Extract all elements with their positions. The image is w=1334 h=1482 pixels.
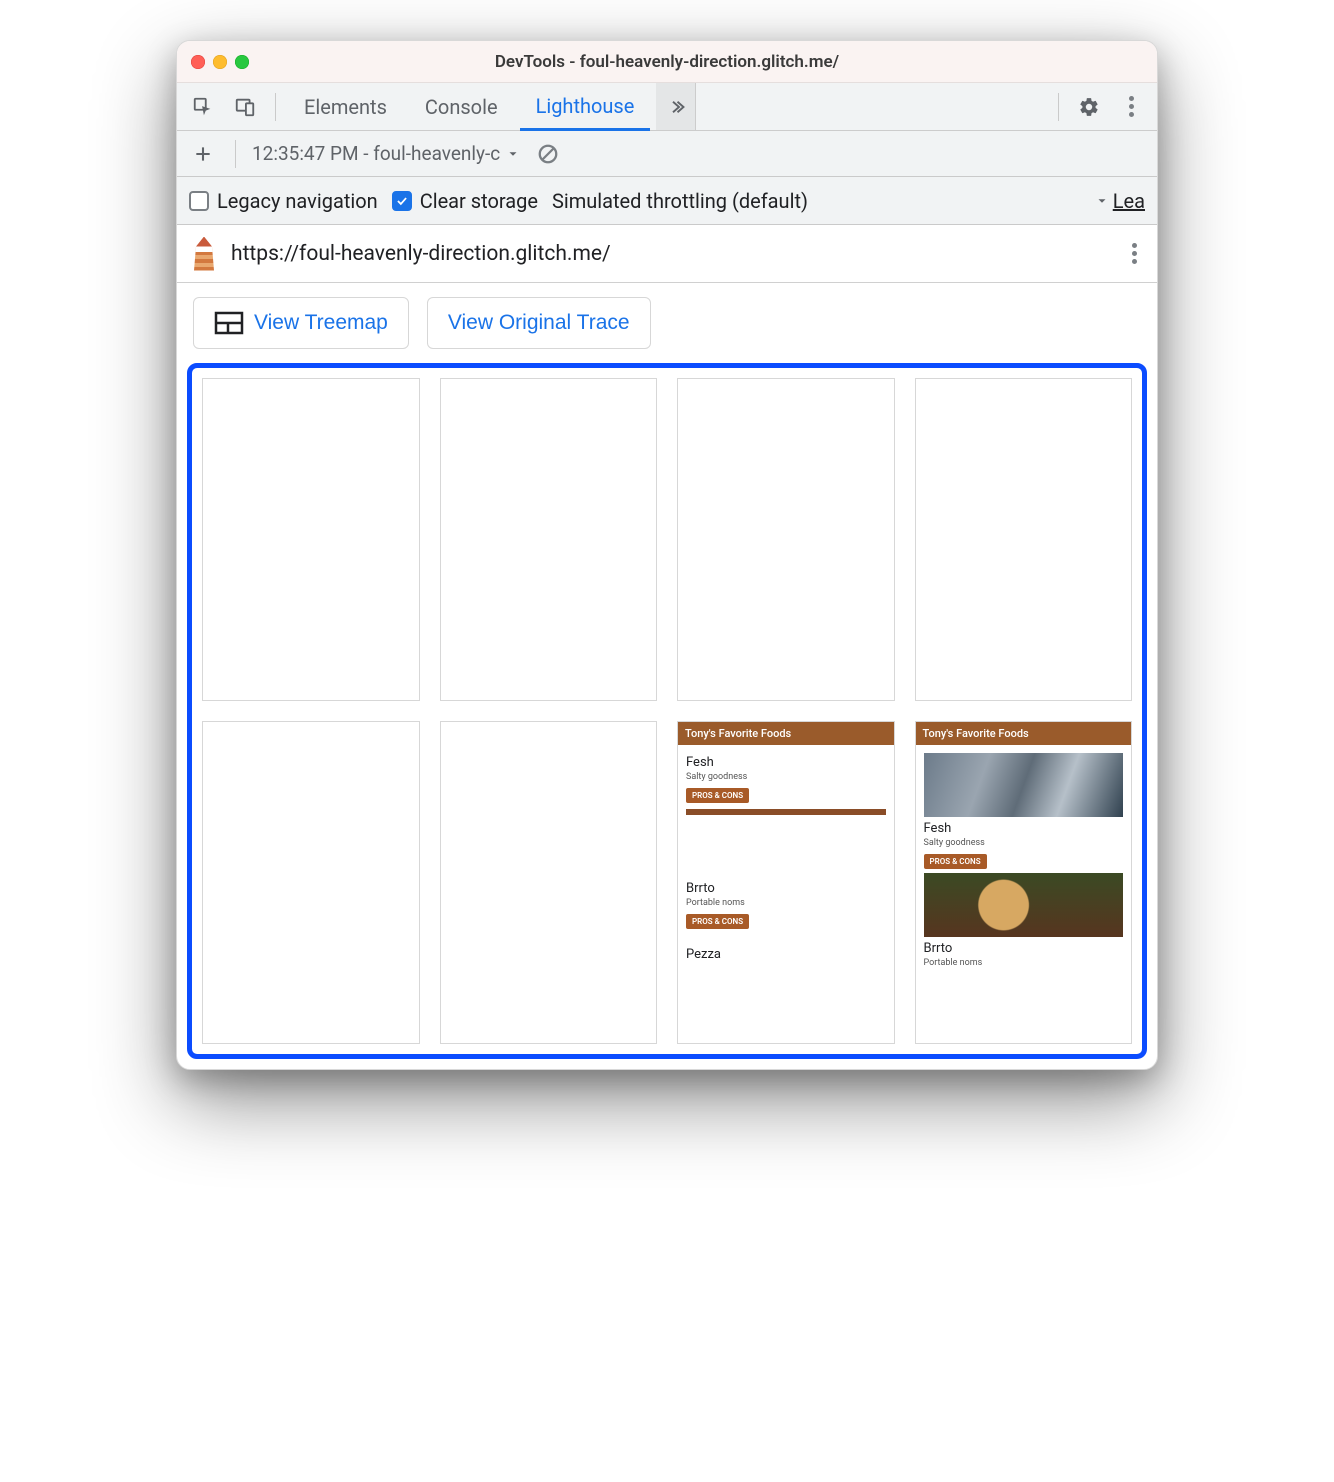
lighthouse-icon [191,237,217,271]
learn-more-label: Lea [1113,189,1145,213]
mini-item-sub: Salty goodness [686,772,886,782]
mini-pros-cons-button: PROS & CONS [924,854,987,869]
view-treemap-button[interactable]: View Treemap [193,297,409,349]
mini-image-fish [924,753,1124,817]
filmstrip-frame[interactable] [202,378,420,701]
tab-elements[interactable]: Elements [288,83,403,130]
main-toolbar: Elements Console Lighthouse [177,83,1157,131]
report-toolbar: 12:35:47 PM - foul-heavenly-c [177,131,1157,177]
clear-storage-label: Clear storage [420,189,538,213]
filmstrip-frame[interactable] [202,721,420,1044]
mini-item-sub: Portable noms [686,898,886,908]
filmstrip-frame[interactable] [440,721,658,1044]
throttling-option: Simulated throttling (default) [552,189,808,213]
traffic-lights [191,55,249,69]
checkbox-unchecked-icon[interactable] [189,191,209,211]
divider [1058,93,1059,121]
minimize-button[interactable] [213,55,227,69]
divider [275,93,276,121]
url-bar: https://foul-heavenly-direction.glitch.m… [177,225,1157,283]
clear-storage-option[interactable]: Clear storage [392,189,538,213]
report-url: https://foul-heavenly-direction.glitch.m… [231,242,611,266]
new-report-button[interactable] [187,138,219,170]
device-toolbar-icon[interactable] [227,89,263,125]
filmstrip: Tony's Favorite Foods Fesh Salty goodnes… [187,363,1147,1059]
legacy-navigation-label: Legacy navigation [217,189,378,213]
mini-item-title: Fesh [686,755,886,770]
report-menu-icon[interactable] [1126,237,1143,270]
chevron-down-icon [1095,194,1109,208]
report-dropdown-label: 12:35:47 PM - foul-heavenly-c [252,142,500,165]
filmstrip-frame[interactable]: Tony's Favorite Foods Fesh Salty goodnes… [915,721,1133,1044]
divider [235,140,236,168]
window-title: DevTools - foul-heavenly-direction.glitc… [177,52,1157,72]
close-button[interactable] [191,55,205,69]
mini-image-placeholder [686,809,886,815]
inspect-element-icon[interactable] [185,89,221,125]
view-trace-label: View Original Trace [448,311,630,335]
options-toolbar: Legacy navigation Clear storage Simulate… [177,177,1157,225]
maximize-button[interactable] [235,55,249,69]
clear-icon[interactable] [530,136,566,172]
mini-item-title: Brrto [686,881,886,896]
mini-pros-cons-button: PROS & CONS [686,914,749,929]
mini-item-title: Brrto [924,941,1124,956]
mini-item-sub: Portable noms [924,958,1124,968]
legacy-navigation-option[interactable]: Legacy navigation [189,189,378,213]
mini-item-sub: Salty goodness [924,838,1124,848]
kebab-menu-icon[interactable] [1113,89,1149,125]
filmstrip-frame[interactable] [915,378,1133,701]
actions-row: View Treemap View Original Trace [177,283,1157,349]
filmstrip-frame[interactable] [440,378,658,701]
filmstrip-frame[interactable]: Tony's Favorite Foods Fesh Salty goodnes… [677,721,895,1044]
mini-pros-cons-button: PROS & CONS [686,788,749,803]
mini-image-burrito [924,873,1124,937]
mini-site-title: Tony's Favorite Foods [916,722,1132,745]
titlebar: DevTools - foul-heavenly-direction.glitc… [177,41,1157,83]
learn-more-dropdown[interactable]: Lea [1095,189,1145,213]
more-tabs-button[interactable] [656,83,696,130]
view-original-trace-button[interactable]: View Original Trace [427,297,651,349]
report-dropdown[interactable]: 12:35:47 PM - foul-heavenly-c [252,142,520,165]
settings-gear-icon[interactable] [1071,89,1107,125]
throttling-label: Simulated throttling (default) [552,189,808,213]
mini-site-title: Tony's Favorite Foods [678,722,894,745]
mini-item-title: Fesh [924,821,1124,836]
view-treemap-label: View Treemap [254,311,388,335]
checkbox-checked-icon[interactable] [392,191,412,211]
chevron-down-icon [506,147,520,161]
tab-lighthouse[interactable]: Lighthouse [520,84,651,131]
devtools-window: DevTools - foul-heavenly-direction.glitc… [176,40,1158,1070]
filmstrip-frame[interactable] [677,378,895,701]
treemap-icon [214,311,244,335]
mini-item-title: Pezza [686,947,886,962]
tab-console[interactable]: Console [409,83,514,130]
